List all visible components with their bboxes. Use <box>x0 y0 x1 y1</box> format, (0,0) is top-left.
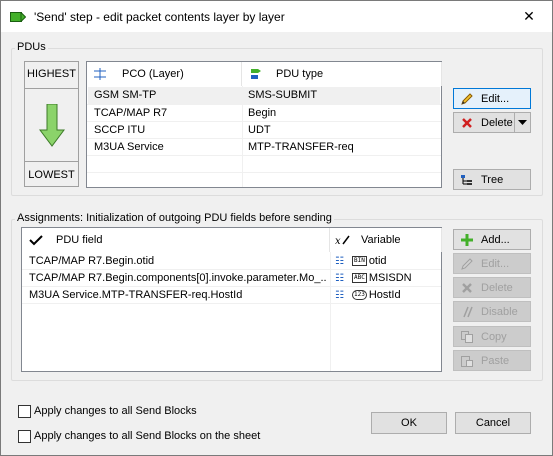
pdu-row[interactable]: TCAP/MAP R7 Begin <box>88 105 440 122</box>
list-icon: ☷ <box>335 273 344 284</box>
variable-cell: ☷ 123 HostId <box>335 287 401 304</box>
paste-icon <box>461 355 473 367</box>
pdu-type-header-label: PDU type <box>276 68 324 80</box>
variable-icon: x <box>335 235 350 246</box>
pdu-field-cell: TCAP/MAP R7.Begin.otid <box>29 255 155 267</box>
variable-cell: ☷ BIN otid <box>335 253 387 270</box>
variable-cell: ☷ ABC MSISDN <box>335 270 412 287</box>
tree-label: Tree <box>481 173 504 186</box>
edit-label: Edit... <box>481 257 510 270</box>
pdu-type-cell: Begin <box>248 107 277 119</box>
apply-all-label[interactable]: Apply changes to all Send Blocks <box>34 405 197 417</box>
pco-cell: GSM SM-TP <box>94 89 157 101</box>
pdu-delete-dropdown[interactable] <box>514 112 531 133</box>
layer-order-indicator: HIGHEST LOWEST <box>24 61 79 187</box>
apply-sheet-checkbox[interactable] <box>18 430 31 443</box>
down-arrow-icon <box>39 104 65 147</box>
pdu-type-icon <box>251 69 261 79</box>
disable-label: Disable <box>481 305 518 318</box>
delete-x-icon <box>462 117 472 128</box>
pdu-type-cell: UDT <box>248 124 271 136</box>
variable-name: MSISDN <box>368 272 412 284</box>
variable-name: otid <box>368 255 387 267</box>
dialog-window: 'Send' step - edit packet contents layer… <box>0 0 553 456</box>
variable-header-label: Variable <box>361 234 401 246</box>
svg-text:x: x <box>335 236 341 246</box>
pdu-field-cell: TCAP/MAP R7.Begin.components[0].invoke.p… <box>29 272 327 284</box>
assignment-paste-button[interactable]: Paste <box>453 350 531 371</box>
paste-label: Paste <box>481 354 510 367</box>
copy-label: Copy <box>481 330 507 343</box>
assignment-edit-button[interactable]: Edit... <box>453 253 531 274</box>
ok-button[interactable]: OK <box>371 412 447 434</box>
column-header-pdu-type[interactable]: PDU type <box>242 62 442 86</box>
assignment-add-button[interactable]: Add... <box>453 229 531 250</box>
assignment-copy-button[interactable]: Copy <box>453 326 531 347</box>
highest-label: HIGHEST <box>27 68 76 80</box>
pdu-edit-label: Edit... <box>481 92 510 105</box>
plus-icon <box>461 233 473 246</box>
assignment-row[interactable]: M3UA Service.MTP-TRANSFER-req.HostId ☷ 12… <box>23 287 440 304</box>
pco-header-label: PCO (Layer) <box>122 68 184 80</box>
copy-icon <box>461 330 473 343</box>
title-bar: 'Send' step - edit packet contents layer… <box>1 1 552 32</box>
pdu-field-header-label: PDU field <box>56 234 103 246</box>
variable-name: HostId <box>368 289 401 301</box>
delete-x-icon <box>462 282 472 293</box>
pencil-icon <box>461 92 473 105</box>
pdu-row[interactable]: SCCP ITU UDT <box>88 122 440 139</box>
add-label: Add... <box>481 233 510 246</box>
bin-type-icon: BIN <box>351 256 367 267</box>
pdu-row[interactable]: M3UA Service MTP-TRANSFER-req <box>88 139 440 156</box>
column-header-pdu-field[interactable]: PDU field <box>22 228 330 252</box>
assignment-disable-button[interactable]: Disable <box>453 301 531 322</box>
window-title: 'Send' step - edit packet contents layer… <box>34 9 285 24</box>
pco-cell: TCAP/MAP R7 <box>94 107 168 119</box>
field-check-icon <box>29 235 43 246</box>
pencil-icon <box>461 257 473 270</box>
assignment-delete-button[interactable]: Delete <box>453 277 531 298</box>
cancel-button[interactable]: Cancel <box>455 412 531 434</box>
pdu-field-cell: M3UA Service.MTP-TRANSFER-req.HostId <box>29 289 243 301</box>
pdu-list[interactable]: PCO (Layer) PDU type GSM SM-TP SMS-SUBMI… <box>86 61 442 188</box>
layers-icon <box>94 68 106 80</box>
pco-cell: M3UA Service <box>94 141 164 153</box>
abc-type-icon: ABC <box>351 273 367 284</box>
assignments-legend: Assignments: Initialization of outgoing … <box>15 212 334 224</box>
lowest-label: LOWEST <box>28 169 75 181</box>
apply-all-checkbox[interactable] <box>18 405 31 418</box>
disable-slash-icon <box>463 306 473 317</box>
tree-button[interactable]: Tree <box>453 169 531 190</box>
pdu-edit-button[interactable]: Edit... <box>453 88 531 109</box>
assignment-row[interactable]: TCAP/MAP R7.Begin.otid ☷ BIN otid <box>23 253 440 270</box>
tree-icon <box>461 174 472 185</box>
assignments-list[interactable]: PDU field x Variable TCAP/MAP R7.Begin.o… <box>21 227 442 372</box>
pdu-type-cell: MTP-TRANSFER-req <box>248 141 354 153</box>
pdus-legend: PDUs <box>15 41 48 53</box>
pco-cell: SCCP ITU <box>94 124 146 136</box>
list-icon: ☷ <box>335 290 344 301</box>
pdu-delete-button[interactable]: Delete <box>453 112 515 133</box>
send-step-icon <box>10 11 26 22</box>
pdu-type-cell: SMS-SUBMIT <box>248 89 318 101</box>
close-icon[interactable]: ✕ <box>506 1 552 32</box>
delete-label: Delete <box>481 281 513 294</box>
list-icon: ☷ <box>335 256 344 267</box>
assignment-row[interactable]: TCAP/MAP R7.Begin.components[0].invoke.p… <box>23 270 440 287</box>
pdu-delete-label: Delete <box>481 116 513 129</box>
column-header-variable[interactable]: x Variable <box>330 228 442 252</box>
number-type-icon: 123 <box>351 290 367 301</box>
column-header-pco[interactable]: PCO (Layer) <box>87 62 242 86</box>
apply-sheet-label[interactable]: Apply changes to all Send Blocks on the … <box>34 430 260 442</box>
pdu-row[interactable]: GSM SM-TP SMS-SUBMIT <box>88 87 440 104</box>
chevron-down-icon <box>518 119 527 125</box>
